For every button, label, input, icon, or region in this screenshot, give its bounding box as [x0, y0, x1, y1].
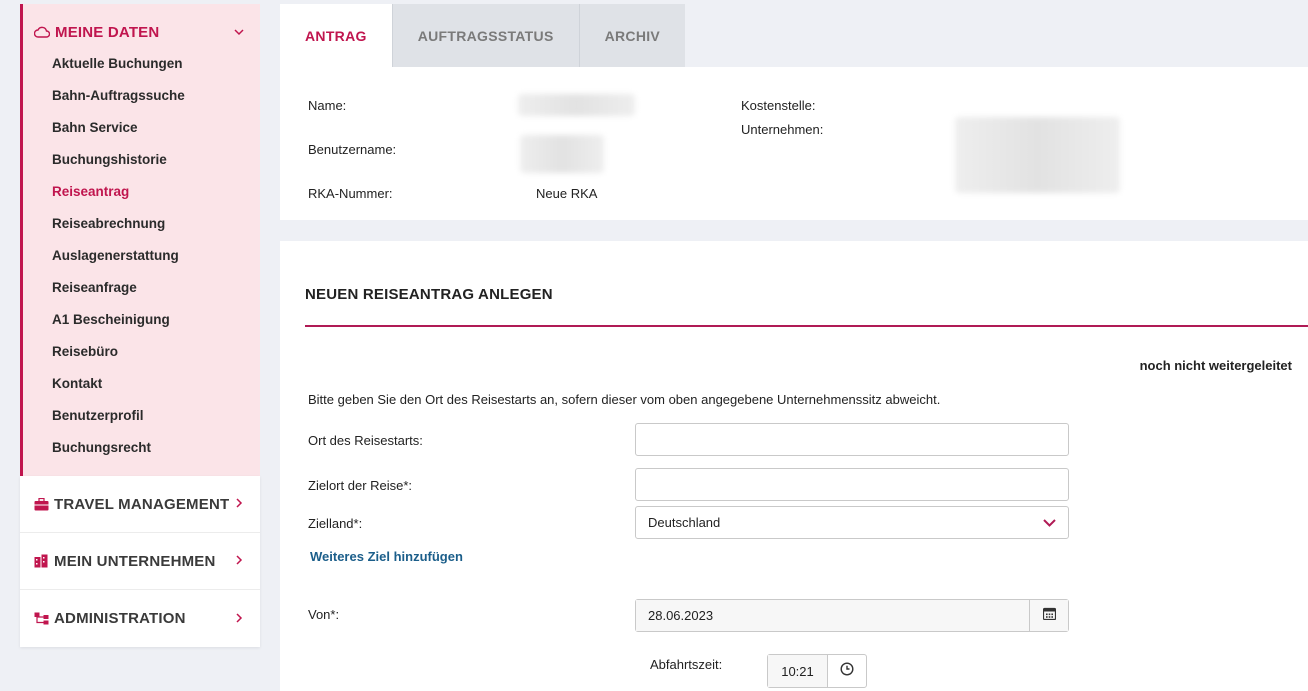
sidebar-item-bahn-service[interactable]: Bahn Service — [23, 112, 260, 144]
sidebar-item-buchungshistorie[interactable]: Buchungshistorie — [23, 144, 260, 176]
sidebar-item-benutzerprofil[interactable]: Benutzerprofil — [23, 400, 260, 432]
sidebar-group-title: TRAVEL MANAGEMENT — [54, 495, 230, 513]
chevron-down-icon[interactable] — [232, 25, 246, 39]
name-value-redacted — [518, 94, 635, 116]
tab-archiv[interactable]: ARCHIV — [579, 4, 686, 67]
sidebar-group-meine-daten: MEINE DATEN Aktuelle Buchungen Bahn-Auft… — [20, 4, 260, 476]
briefcase-icon — [32, 496, 50, 512]
tab-auftragsstatus[interactable]: AUFTRAGSSTATUS — [392, 4, 580, 67]
tab-antrag[interactable]: ANTRAG — [280, 4, 393, 67]
start-location-hint: Bitte geben Sie den Ort des Reisestarts … — [308, 392, 941, 407]
from-date-label: Von*: — [308, 607, 340, 622]
sidebar-item-aktuelle-buchungen[interactable]: Aktuelle Buchungen — [23, 48, 260, 80]
country-label: Zielland*: — [308, 516, 363, 531]
from-date-value[interactable]: 28.06.2023 — [636, 600, 1029, 631]
chevron-right-icon — [232, 497, 246, 511]
tab-bar: ANTRAG AUFTRAGSSTATUS ARCHIV — [280, 4, 686, 67]
username-label: Benutzername: — [308, 142, 397, 157]
org-chart-icon — [32, 611, 50, 627]
cloud-icon — [33, 24, 51, 40]
username-value-redacted — [520, 135, 604, 173]
sidebar-item-auslagenerstattung[interactable]: Auslagenerstattung — [23, 240, 260, 272]
add-destination-link[interactable]: Weiteres Ziel hinzufügen — [310, 549, 463, 564]
country-select-value: Deutschland — [648, 515, 721, 530]
country-select[interactable]: Deutschland — [635, 506, 1069, 539]
traveler-info-card: Name: Benutzername: RKA-Nummer: Neue RKA… — [280, 67, 1308, 220]
sidebar-item-reiseanfrage[interactable]: Reiseanfrage — [23, 272, 260, 304]
sidebar-group-title: MEINE DATEN — [55, 23, 160, 41]
sidebar-item-reisebuero[interactable]: Reisebüro — [23, 336, 260, 368]
sidebar-item-reiseantrag[interactable]: Reiseantrag — [23, 176, 260, 208]
start-location-label: Ort des Reisestarts: — [308, 433, 423, 448]
name-label: Name: — [308, 98, 347, 113]
status-text: noch nicht weitergeleitet — [1139, 358, 1292, 373]
calendar-button[interactable] — [1029, 600, 1068, 631]
cost-center-label: Kostenstelle: — [741, 98, 816, 113]
departure-time-label: Abfahrtszeit: — [650, 657, 723, 672]
company-value-redacted — [955, 117, 1120, 193]
start-location-input[interactable] — [635, 423, 1069, 456]
destination-input[interactable] — [635, 468, 1069, 501]
sidebar-item-list: Aktuelle Buchungen Bahn-Auftragssuche Ba… — [23, 48, 260, 464]
departure-time-value[interactable]: 10:21 — [768, 655, 828, 687]
sidebar-item-buchungsrecht[interactable]: Buchungsrecht — [23, 432, 260, 464]
building-icon — [32, 553, 50, 569]
sidebar-item-reiseabrechnung[interactable]: Reiseabrechnung — [23, 208, 260, 240]
calendar-icon — [1042, 607, 1056, 625]
sidebar-item-a1-bescheinigung[interactable]: A1 Bescheinigung — [23, 304, 260, 336]
chevron-right-icon — [232, 612, 246, 626]
clock-button[interactable] — [828, 655, 866, 687]
rka-label: RKA-Nummer: — [308, 186, 393, 201]
company-label: Unternehmen: — [741, 122, 824, 137]
sidebar-group-title: ADMINISTRATION — [54, 610, 186, 627]
sidebar: MEINE DATEN Aktuelle Buchungen Bahn-Auft… — [20, 4, 260, 647]
destination-label: Zielort der Reise*: — [308, 478, 413, 493]
title-divider — [305, 325, 1308, 327]
sidebar-group-travel-management[interactable]: TRAVEL MANAGEMENT — [20, 476, 260, 533]
sidebar-group-title: MEIN UNTERNEHMEN — [54, 552, 216, 570]
chevron-right-icon — [232, 554, 246, 568]
departure-time-field[interactable]: 10:21 — [767, 654, 867, 688]
clock-icon — [840, 661, 854, 681]
rka-value: Neue RKA — [536, 186, 598, 201]
form-title: NEUEN REISEANTRAG ANLEGEN — [305, 286, 553, 303]
sidebar-collapsed-groups: TRAVEL MANAGEMENT MEIN UNTERNEHMEN ADMIN… — [20, 476, 260, 647]
travel-request-form: NEUEN REISEANTRAG ANLEGEN noch nicht wei… — [280, 241, 1308, 691]
from-date-field[interactable]: 28.06.2023 — [635, 599, 1069, 632]
chevron-down-icon — [1043, 515, 1056, 530]
sidebar-item-bahn-auftragssuche[interactable]: Bahn-Auftragssuche — [23, 80, 260, 112]
sidebar-group-administration[interactable]: ADMINISTRATION — [20, 590, 260, 647]
sidebar-item-kontakt[interactable]: Kontakt — [23, 368, 260, 400]
sidebar-group-mein-unternehmen[interactable]: MEIN UNTERNEHMEN — [20, 533, 260, 590]
